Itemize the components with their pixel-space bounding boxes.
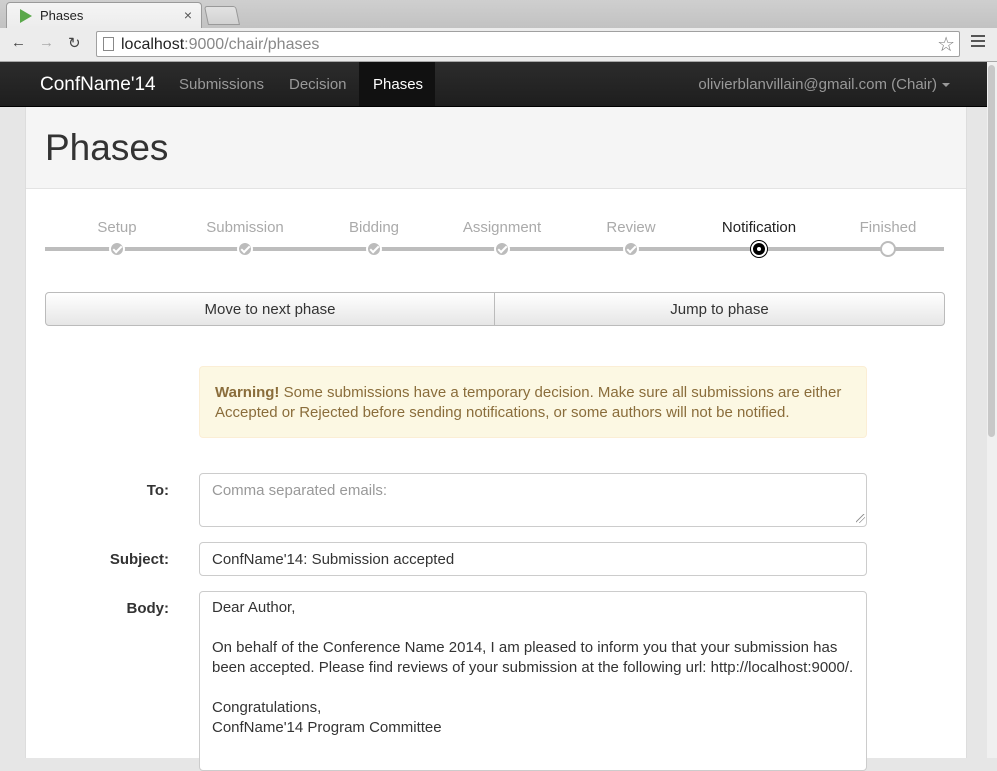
close-icon[interactable]: × xyxy=(184,7,192,23)
page-icon xyxy=(103,37,114,51)
move-to-next-phase-button[interactable]: Move to next phase xyxy=(45,292,495,326)
phase-check-icon xyxy=(109,241,125,257)
scrollbar-thumb[interactable] xyxy=(988,65,995,437)
browser-toolbar: ← → ↻ localhost:9000/chair/phases ☆ xyxy=(0,28,997,62)
subject-label: Subject: xyxy=(109,551,169,568)
address-bar[interactable]: localhost:9000/chair/phases ☆ xyxy=(96,31,960,57)
phase-label-submission: Submission xyxy=(206,219,284,236)
user-dropdown[interactable]: olivierblanvillain@gmail.com (Chair) xyxy=(698,76,950,93)
nav-link-submissions[interactable]: Submissions xyxy=(179,76,264,93)
subject-field[interactable] xyxy=(199,542,867,576)
browser-tab-strip: Phases × xyxy=(0,0,997,28)
body-label: Body: xyxy=(126,600,170,617)
phase-pending-circle-icon xyxy=(880,241,896,257)
to-label: To: xyxy=(146,482,169,499)
hamburger-menu-icon[interactable] xyxy=(971,35,985,50)
reload-icon[interactable]: ↻ xyxy=(68,34,81,52)
body-field[interactable]: Dear Author, On behalf of the Conference… xyxy=(199,591,867,771)
brand-link[interactable]: ConfName'14 xyxy=(40,74,156,96)
phase-label-notification: Notification xyxy=(721,219,797,236)
play-icon xyxy=(20,9,32,23)
resize-grip-icon[interactable] xyxy=(856,514,865,523)
phase-current-dot-icon xyxy=(751,241,767,257)
phase-check-icon xyxy=(494,241,510,257)
caret-down-icon xyxy=(942,83,950,88)
phase-label-setup: Setup xyxy=(97,219,137,236)
phase-check-icon xyxy=(366,241,382,257)
phase-label-finished: Finished xyxy=(859,219,917,236)
phase-label-assignment: Assignment xyxy=(462,219,542,236)
nav-link-decision[interactable]: Decision xyxy=(289,76,347,93)
nav-link-phases-label: Phases xyxy=(373,76,424,93)
phase-label-bidding: Bidding xyxy=(348,219,400,236)
app-navbar: ConfName'14 Submissions Decision Phases … xyxy=(0,62,997,107)
warning-title: Warning! xyxy=(215,384,280,401)
phase-check-icon xyxy=(237,241,253,257)
phase-check-icon xyxy=(623,241,639,257)
phase-label-review: Review xyxy=(606,219,656,236)
new-tab-button[interactable] xyxy=(203,6,241,25)
jump-to-phase-button[interactable]: Jump to phase xyxy=(494,292,945,326)
back-arrow-icon[interactable]: ← xyxy=(11,34,26,51)
page-header: Phases xyxy=(26,107,966,189)
warning-text: Some submissions have a temporary decisi… xyxy=(215,384,842,421)
forward-arrow-icon[interactable]: → xyxy=(39,34,54,51)
browser-tab[interactable]: Phases × xyxy=(6,2,202,28)
scrollbar[interactable] xyxy=(987,62,997,758)
url-text: localhost:9000/chair/phases xyxy=(121,36,320,53)
nav-link-phases[interactable]: Phases xyxy=(359,62,435,106)
tab-title: Phases xyxy=(40,8,84,23)
page-title: Phases xyxy=(45,127,169,168)
bookmark-star-icon[interactable]: ☆ xyxy=(937,32,955,57)
warning-alert: Warning! Some submissions have a tempora… xyxy=(199,366,867,438)
to-field[interactable] xyxy=(199,473,867,527)
